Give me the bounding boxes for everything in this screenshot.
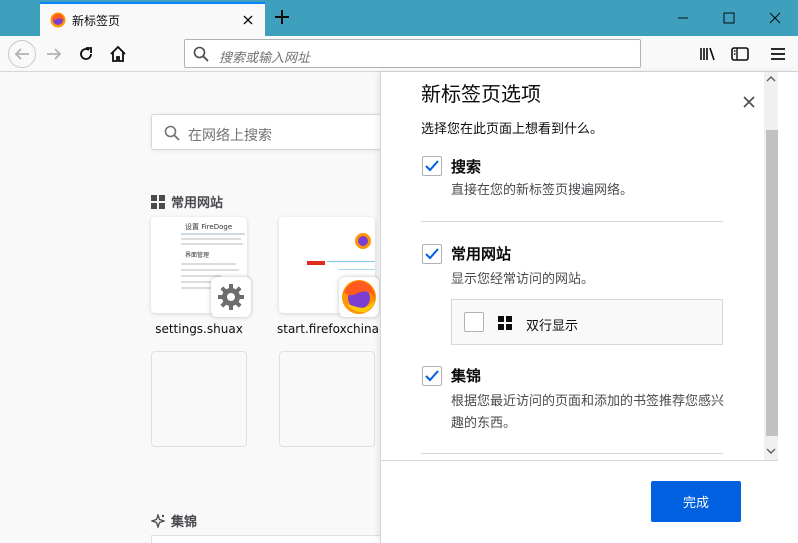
two-rows-checkbox[interactable] xyxy=(464,312,484,332)
top-sites-option-checkbox[interactable] xyxy=(422,244,442,264)
done-button[interactable]: 完成 xyxy=(651,481,741,522)
highlights-title: 集锦 xyxy=(171,515,198,530)
check-icon xyxy=(425,370,439,382)
highlights-option-checkbox[interactable] xyxy=(422,366,442,386)
site-icon-badge xyxy=(211,277,251,317)
sparkle-icon xyxy=(151,513,165,528)
sidebar-icon xyxy=(731,47,749,61)
grid-icon xyxy=(151,194,165,209)
panel-scrollbar[interactable] xyxy=(764,72,778,460)
two-rows-label: 双行显示 xyxy=(526,319,579,334)
top-site-label[interactable]: settings.shuax xyxy=(149,322,249,336)
divider xyxy=(421,453,723,454)
check-icon xyxy=(425,248,439,260)
title-bar: 新标签页 xyxy=(0,0,798,36)
site-icon-badge xyxy=(339,277,379,317)
top-sites-option-desc: 显示您经常访问的网站。 xyxy=(451,272,595,287)
chevron-up-icon[interactable] xyxy=(766,74,776,84)
grid-icon xyxy=(498,316,512,330)
minimize-button[interactable] xyxy=(660,0,706,36)
empty-site-slot[interactable] xyxy=(151,351,247,447)
window-close-button[interactable] xyxy=(752,0,798,36)
check-icon xyxy=(425,160,439,172)
plus-icon[interactable] xyxy=(272,7,292,27)
url-placeholder: 搜索或输入网址 xyxy=(219,51,311,66)
chevron-down-icon[interactable] xyxy=(766,446,776,456)
search-icon xyxy=(193,46,209,62)
forward-button[interactable] xyxy=(40,40,68,68)
highlights-option-label[interactable]: 集锦 xyxy=(451,365,481,386)
firefox-icon xyxy=(50,12,66,28)
divider xyxy=(421,221,723,222)
panel-title: 新标签页选项 xyxy=(421,82,541,106)
top-sites-title: 常用网站 xyxy=(171,196,224,211)
web-search-placeholder: 在网络上搜索 xyxy=(188,128,272,144)
panel-subtitle: 选择您在此页面上想看到什么。 xyxy=(421,122,604,137)
customize-panel: 新标签页选项 选择您在此页面上想看到什么。 搜索 直接在您的新标签页搜遍网络。 … xyxy=(380,72,798,543)
reload-button[interactable] xyxy=(72,40,100,68)
maximize-button[interactable] xyxy=(706,0,752,36)
home-button[interactable] xyxy=(104,40,132,68)
empty-site-slot[interactable] xyxy=(279,351,375,447)
navigation-toolbar: 搜索或输入网址 xyxy=(0,36,798,72)
library-button[interactable] xyxy=(694,40,722,68)
library-icon xyxy=(700,47,715,61)
close-icon[interactable] xyxy=(240,12,256,28)
highlights-heading[interactable]: 集锦 xyxy=(151,511,197,530)
minimize-icon xyxy=(678,17,688,19)
forward-icon xyxy=(47,48,62,60)
firefox-icon xyxy=(342,280,376,314)
close-icon[interactable] xyxy=(741,94,757,110)
reload-icon xyxy=(80,47,92,60)
preview-heading: 界面管理 xyxy=(185,251,209,259)
search-option-label[interactable]: 搜索 xyxy=(451,156,481,177)
close-icon xyxy=(769,12,781,24)
tab-title: 新标签页 xyxy=(72,14,121,28)
maximize-icon xyxy=(723,12,735,24)
gear-icon xyxy=(218,284,244,310)
url-bar[interactable]: 搜索或输入网址 xyxy=(184,39,641,68)
menu-button[interactable] xyxy=(764,40,792,68)
search-option-desc: 直接在您的新标签页搜遍网络。 xyxy=(451,183,634,198)
search-icon xyxy=(164,125,180,141)
preview-title: 设置 FireDoge xyxy=(185,222,232,231)
highlight-card[interactable] xyxy=(151,535,381,543)
back-button[interactable] xyxy=(8,40,36,68)
two-rows-option[interactable]: 双行显示 xyxy=(451,299,723,345)
top-sites-option-label[interactable]: 常用网站 xyxy=(451,243,511,264)
back-icon xyxy=(14,48,29,60)
panel-footer: 完成 xyxy=(381,460,778,543)
sidebar-button[interactable] xyxy=(726,40,754,68)
search-option-checkbox[interactable] xyxy=(422,156,442,176)
highlights-option-desc: 根据您最近访问的页面和添加的书签推荐您感兴趣的东西。 xyxy=(451,394,725,431)
scrollbar-thumb[interactable] xyxy=(766,130,778,436)
top-sites-heading[interactable]: 常用网站 xyxy=(151,192,223,211)
tab-new-tab[interactable]: 新标签页 xyxy=(40,2,265,36)
home-icon xyxy=(110,45,126,62)
web-search-box[interactable]: 在网络上搜索 xyxy=(151,114,391,150)
hamburger-menu-icon xyxy=(771,48,785,60)
top-site-label[interactable]: start.firefoxchina xyxy=(277,322,379,336)
